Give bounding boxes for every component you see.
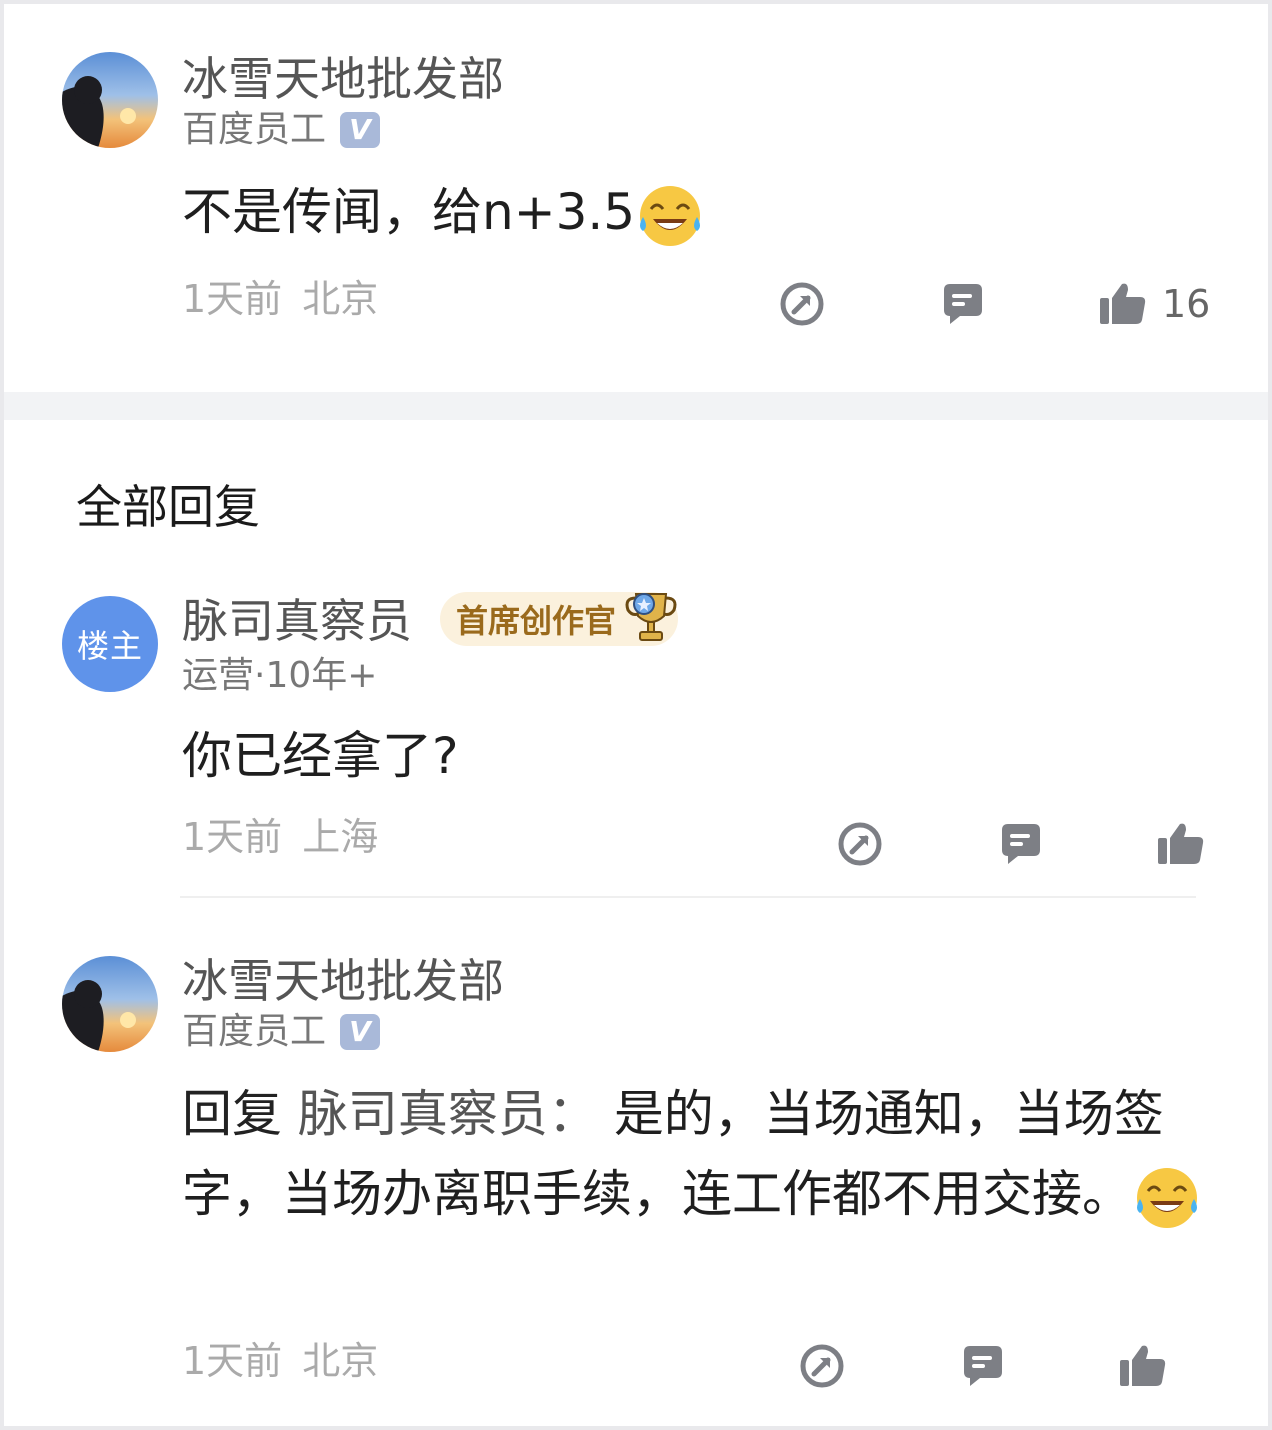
location: 上海 bbox=[302, 815, 379, 859]
share-button[interactable] bbox=[836, 820, 884, 868]
reply-prefix: 回复 bbox=[182, 1085, 282, 1143]
share-button[interactable] bbox=[778, 280, 826, 328]
laughing-tears-emoji-icon bbox=[1137, 1167, 1197, 1228]
thumbs-up-icon bbox=[1100, 283, 1146, 324]
share-icon bbox=[780, 282, 824, 326]
reply-meta: 1天前 北京 bbox=[182, 1342, 378, 1380]
comment-meta: 1天前 北京 bbox=[182, 280, 378, 318]
share-icon bbox=[800, 1344, 844, 1388]
comment-icon bbox=[964, 1346, 1002, 1386]
author-role: 百度员工 bbox=[182, 1011, 327, 1052]
host-avatar[interactable]: 楼主 bbox=[62, 596, 158, 692]
author-role: 百度员工 bbox=[182, 109, 327, 150]
comment-icon bbox=[944, 284, 982, 324]
timestamp: 1天前 bbox=[182, 1339, 283, 1383]
reply-text: 你已经拿了? bbox=[182, 727, 459, 785]
reply-divider bbox=[180, 896, 1196, 898]
like-button[interactable] bbox=[1156, 820, 1206, 868]
rank-badge-label: 首席创作官 bbox=[456, 602, 617, 640]
section-separator bbox=[4, 392, 1268, 420]
verified-badge: V bbox=[340, 112, 381, 148]
avatar[interactable] bbox=[62, 52, 158, 148]
author-subtitle: 百度员工 V bbox=[182, 109, 381, 150]
author-role: 运营·10年+ bbox=[182, 655, 378, 696]
timestamp: 1天前 bbox=[182, 277, 283, 321]
author-name[interactable]: 冰雪天地批发部 bbox=[182, 958, 504, 1004]
comment-button[interactable] bbox=[938, 280, 986, 328]
author-subtitle: 百度员工 V bbox=[182, 1011, 381, 1052]
author-subtitle: 运营·10年+ bbox=[182, 658, 377, 694]
comment-text-block: 不是传闻，给n+3.5 bbox=[182, 172, 1182, 252]
like-button[interactable]: 16 bbox=[1098, 280, 1210, 328]
location: 北京 bbox=[302, 277, 379, 321]
thumbs-up-icon bbox=[1158, 823, 1204, 864]
laughing-tears-emoji-icon bbox=[640, 185, 701, 246]
author-name[interactable]: 冰雪天地批发部 bbox=[182, 56, 504, 102]
timestamp: 1天前 bbox=[182, 815, 283, 859]
reply-text-block: 回复 脉司真察员： 是的，当场通知，当场签字，当场办离职手续，连工作都不用交接。 bbox=[182, 1074, 1202, 1234]
replies-section-title: 全部回复 bbox=[76, 480, 260, 534]
verified-badge: V bbox=[340, 1014, 381, 1050]
author-name[interactable]: 脉司真察员 bbox=[182, 598, 412, 644]
comment-button[interactable] bbox=[958, 1342, 1006, 1390]
reply-meta: 1天前 上海 bbox=[182, 818, 378, 856]
share-icon bbox=[838, 822, 882, 866]
comment-text: 不是传闻，给n+3.5 bbox=[182, 183, 636, 241]
like-count: 16 bbox=[1162, 282, 1211, 326]
reply-target-link[interactable]: 脉司真察员： bbox=[298, 1085, 598, 1143]
trophy-icon bbox=[625, 593, 677, 641]
avatar[interactable] bbox=[62, 956, 158, 1052]
creator-rank-badge: 首席创作官 bbox=[440, 592, 679, 646]
comment-icon bbox=[1002, 824, 1040, 864]
location: 北京 bbox=[302, 1339, 379, 1383]
comment-button[interactable] bbox=[996, 820, 1044, 868]
like-button[interactable] bbox=[1118, 1342, 1168, 1390]
thumbs-up-icon bbox=[1120, 1345, 1166, 1386]
share-button[interactable] bbox=[798, 1342, 846, 1390]
